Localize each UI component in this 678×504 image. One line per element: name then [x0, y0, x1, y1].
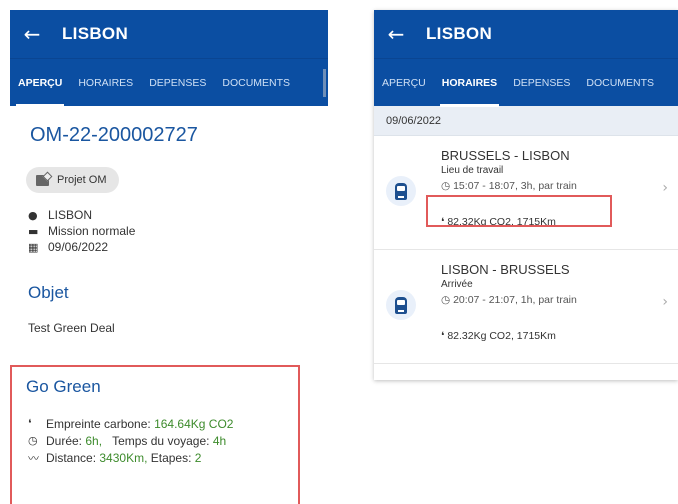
- trip-item[interactable]: LISBON - BRUSSELS Arrivée ◷ 20:07 - 21:0…: [374, 250, 678, 364]
- tab-bar: APERÇU HORAIRES DEPENSES DOCUMENTS: [374, 58, 678, 107]
- duration-label: Durée:: [46, 433, 83, 448]
- schedule-panel: ← LISBON APERÇU HORAIRES DEPENSES DOCUME…: [374, 10, 678, 380]
- clock-icon: ◷: [441, 294, 451, 306]
- travel-label: Temps du voyage:: [112, 433, 210, 448]
- trip-item[interactable]: BRUSSELS - LISBON Lieu de travail ◷ 15:0…: [374, 136, 678, 250]
- info-date: ▦ 09/06/2022: [28, 239, 328, 255]
- chevron-right-icon[interactable]: ›: [662, 294, 668, 310]
- edit-doc-icon: [36, 174, 49, 186]
- tab-depenses[interactable]: DEPENSES: [141, 59, 214, 107]
- mission-type-value: Mission normale: [48, 224, 136, 238]
- location-pin-icon: ●: [28, 208, 38, 222]
- clock-icon: ◷: [441, 180, 451, 192]
- tab-apercu[interactable]: APERÇU: [374, 59, 434, 107]
- object-text: Test Green Deal: [28, 321, 115, 335]
- tab-scroll-indicator: [323, 69, 326, 97]
- briefcase-icon: ▬: [28, 224, 39, 238]
- mission-info-list: ● LISBON ▬ Mission normale ▦ 09/06/2022: [28, 207, 328, 255]
- tab-bar: APERÇU HORAIRES DEPENSES DOCUMENTS: [10, 58, 328, 107]
- trip-route: LISBON - BRUSSELS: [441, 262, 570, 277]
- distance-row: 〰 Distance: 3430Km, Etapes: 2: [28, 449, 298, 466]
- object-title: Objet: [28, 283, 69, 302]
- steps-label: Etapes:: [150, 450, 192, 465]
- duration-value: 6h,: [85, 433, 103, 448]
- trend-line-icon: 〰: [28, 451, 39, 465]
- status-chip: Projet OM: [26, 167, 119, 193]
- back-arrow-icon[interactable]: ←: [374, 22, 418, 46]
- trip-subtitle: Lieu de travail: [441, 165, 504, 176]
- trip-subtitle: Arrivée: [441, 279, 473, 290]
- trip-time-row: ◷ 20:07 - 21:07, 1h, par train: [441, 294, 577, 306]
- status-chip-label: Projet OM: [57, 174, 107, 186]
- clock-icon: ◷: [28, 434, 38, 447]
- duration-row: ◷ Durée: 6h, Temps du voyage: 4h: [28, 432, 298, 449]
- tab-apercu[interactable]: APERÇU: [10, 59, 70, 107]
- header-title: LISBON: [426, 24, 493, 43]
- carbon-value: 164.64Kg CO2: [154, 416, 234, 431]
- trip-route: BRUSSELS - LISBON: [441, 148, 570, 163]
- trip-time-row: ◷ 15:07 - 18:07, 3h, par train: [441, 180, 577, 192]
- location-value: LISBON: [48, 208, 93, 222]
- date-header: 09/06/2022: [374, 106, 678, 136]
- om-number: OM-22-200002727: [30, 124, 198, 146]
- tab-documents[interactable]: DOCUMENTS: [578, 59, 662, 107]
- calendar-icon: ▦: [28, 240, 39, 254]
- tab-documents[interactable]: DOCUMENTS: [214, 59, 298, 107]
- carbon-row: ❛ Empreinte carbone: 164.64Kg CO2: [28, 415, 298, 432]
- steps-value: 2: [194, 450, 202, 465]
- mission-overview-panel: ← LISBON APERÇU HORAIRES DEPENSES DOCUME…: [10, 10, 328, 504]
- tab-horaires[interactable]: HORAIRES: [70, 59, 141, 107]
- go-green-title: Go Green: [26, 377, 101, 396]
- header-title: LISBON: [62, 24, 129, 43]
- travel-value: 4h: [212, 433, 227, 448]
- app-header: ← LISBON: [374, 10, 678, 58]
- date-value: 09/06/2022: [48, 240, 109, 254]
- trip-time: 20:07 - 21:07, 1h, par train: [453, 294, 577, 306]
- footprint-icon: ❛: [441, 330, 445, 342]
- train-icon: [386, 290, 416, 320]
- info-mission-type: ▬ Mission normale: [28, 223, 328, 239]
- trip-time: 15:07 - 18:07, 3h, par train: [453, 180, 577, 192]
- go-green-section: Go Green ❛ Empreinte carbone: 164.64Kg C…: [10, 365, 300, 504]
- distance-value: 3430Km,: [99, 450, 148, 465]
- chevron-right-icon[interactable]: ›: [662, 180, 668, 196]
- back-arrow-icon[interactable]: ←: [10, 22, 54, 46]
- train-icon: [386, 176, 416, 206]
- trip-co2: 82.32Kg CO2, 1715Km: [447, 330, 556, 342]
- tab-horaires[interactable]: HORAIRES: [434, 59, 505, 107]
- app-header: ← LISBON: [10, 10, 328, 58]
- trip-co2-row: ❛ 82.32Kg CO2, 1715Km: [441, 330, 556, 342]
- tab-depenses[interactable]: DEPENSES: [505, 59, 578, 107]
- go-green-list: ❛ Empreinte carbone: 164.64Kg CO2 ◷ Duré…: [28, 415, 298, 466]
- distance-label: Distance:: [46, 450, 97, 465]
- co2-highlight-box: [426, 195, 612, 227]
- info-location: ● LISBON: [28, 207, 328, 223]
- carbon-label: Empreinte carbone:: [46, 416, 151, 431]
- footprint-icon: ❛: [28, 417, 32, 430]
